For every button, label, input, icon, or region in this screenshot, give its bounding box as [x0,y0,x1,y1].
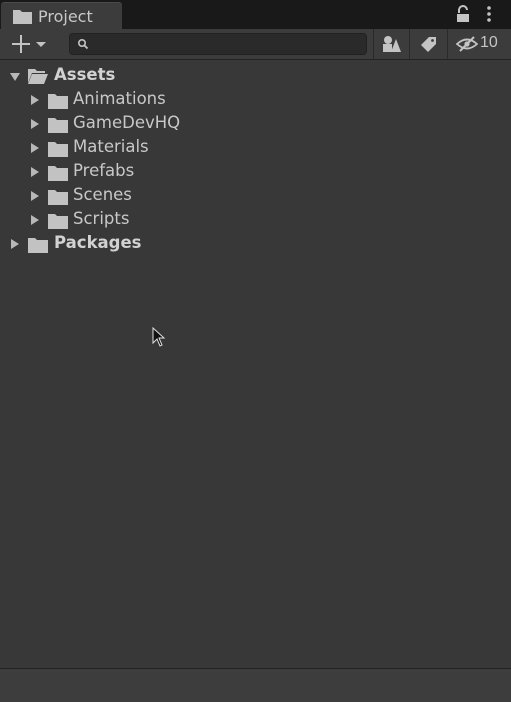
lock-icon[interactable] [455,5,471,23]
search-icon [77,38,89,50]
tab-label: Project [38,7,93,26]
folder-icon [48,214,68,229]
tree-item-label: Materials [73,137,149,156]
collapsed-arrow-icon[interactable] [29,166,41,178]
folder-open-icon [28,69,48,84]
collapsed-arrow-icon[interactable] [9,238,21,250]
project-toolbar: 10 [0,29,511,60]
shapes-icon [383,36,401,52]
filter-by-label-button[interactable] [409,29,447,59]
tree-item-assets[interactable]: Assets [0,64,511,88]
tree-item-label: Assets [54,65,116,84]
collapsed-arrow-icon[interactable] [29,94,41,106]
tree-item-label: Animations [73,89,166,108]
tree-item-gamedevhq[interactable]: GameDevHQ [0,112,511,136]
collapsed-arrow-icon[interactable] [29,214,41,226]
tree-item-prefabs[interactable]: Prefabs [0,160,511,184]
plus-icon [12,35,46,53]
folder-icon [48,166,68,181]
folder-icon [48,142,68,157]
collapsed-arrow-icon[interactable] [29,190,41,202]
expanded-arrow-icon[interactable] [9,71,21,83]
search-field[interactable] [69,33,367,55]
hidden-packages-toggle[interactable]: 10 [447,29,511,59]
folder-icon [48,118,68,133]
folder-icon [48,190,68,205]
tab-project[interactable]: Project [1,2,122,29]
tree-item-scripts[interactable]: Scripts [0,208,511,232]
tree-item-materials[interactable]: Materials [0,136,511,160]
filter-by-type-button[interactable] [373,29,409,59]
tree-item-animations[interactable]: Animations [0,88,511,112]
tree-item-packages[interactable]: Packages [0,232,511,256]
collapsed-arrow-icon[interactable] [29,142,41,154]
folder-icon [13,10,32,24]
mouse-cursor-icon [152,327,166,347]
create-dropdown-button[interactable] [6,31,52,57]
kebab-icon[interactable] [484,5,494,23]
tree-item-label: Prefabs [73,161,135,180]
tree-item-label: Scenes [73,185,132,204]
tree-item-label: GameDevHQ [73,113,181,132]
tag-icon [421,37,436,52]
project-footer-bar [0,668,511,702]
folder-icon [48,94,68,109]
tree-item-scenes[interactable]: Scenes [0,184,511,208]
search-input[interactable] [94,34,362,54]
tree-item-label: Packages [54,233,142,252]
tree-item-label: Scripts [73,209,130,228]
folder-icon [28,238,48,253]
hidden-packages-count: 10 [480,34,498,51]
tab-bar: Project [0,0,511,29]
collapsed-arrow-icon[interactable] [29,118,41,130]
eye-slash-icon [456,36,478,52]
